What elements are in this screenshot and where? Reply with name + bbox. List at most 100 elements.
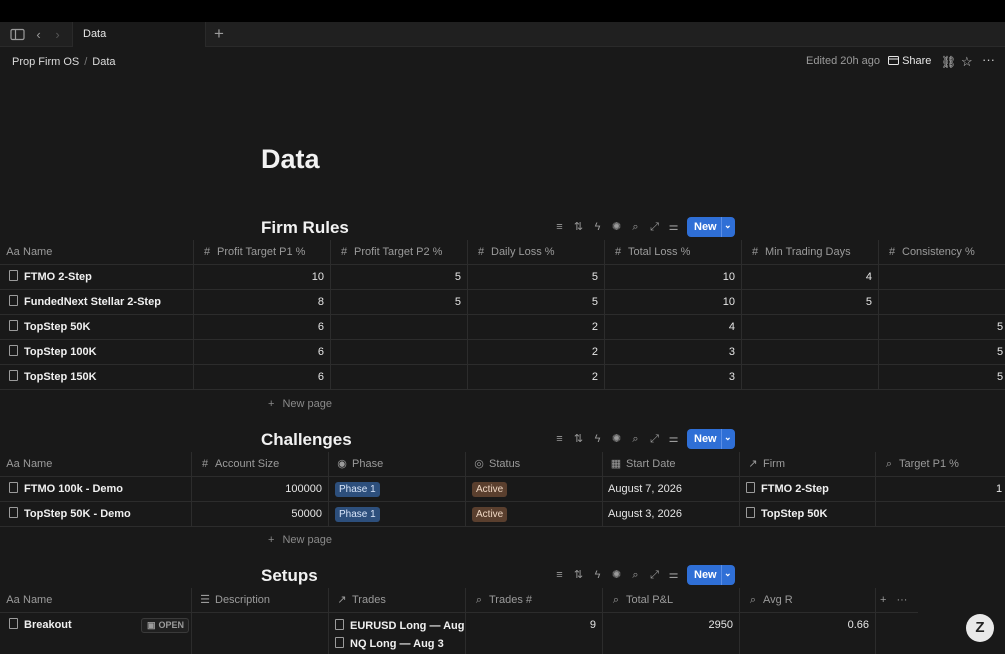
cell-status[interactable]: Active bbox=[466, 502, 603, 527]
column-header-total-pnl[interactable]: ⌕ Total P&L bbox=[603, 588, 740, 613]
column-header-name[interactable]: Aa Name bbox=[0, 588, 192, 613]
cell-daily-loss[interactable]: 2 bbox=[468, 340, 605, 365]
chevron-down-icon[interactable]: ⌄ bbox=[724, 568, 732, 579]
cell-min-days[interactable] bbox=[742, 365, 879, 390]
column-header-start-date[interactable]: ▦ Start Date bbox=[603, 452, 740, 477]
ai-icon[interactable]: ✺ bbox=[609, 568, 624, 583]
search-icon[interactable]: ⌕ bbox=[628, 432, 643, 447]
assistant-avatar[interactable]: Z bbox=[966, 614, 994, 642]
table-row[interactable]: TopStep 150K 6 2 3 5 bbox=[0, 365, 1005, 390]
cell-p1[interactable]: 10 bbox=[194, 265, 331, 290]
column-header-name[interactable]: Aa Name bbox=[0, 240, 194, 265]
cell-trades-count[interactable]: 9 bbox=[466, 613, 603, 654]
table-row[interactable]: TopStep 50K - Demo 50000 Phase 1 Active … bbox=[0, 502, 1005, 527]
cell-account-size[interactable]: 50000 bbox=[192, 502, 329, 527]
trade-link[interactable]: NQ Long — Aug 3 bbox=[329, 635, 465, 653]
column-header-trades-count[interactable]: ⌕ Trades # bbox=[466, 588, 603, 613]
column-header-name[interactable]: Aa Name bbox=[0, 452, 192, 477]
cell-avg-r[interactable]: 0.66 bbox=[740, 613, 876, 654]
link-icon[interactable]: ⛓ bbox=[941, 55, 956, 69]
column-header-p1[interactable]: # Profit Target P1 % bbox=[194, 240, 331, 265]
cell-total-loss[interactable]: 4 bbox=[605, 315, 742, 340]
cell-min-days[interactable] bbox=[742, 315, 879, 340]
filter-icon[interactable]: ≡ bbox=[552, 220, 567, 235]
expand-icon[interactable]: ⤢ bbox=[647, 220, 662, 235]
firm-rules-title[interactable]: Firm Rules bbox=[261, 218, 349, 238]
table-row[interactable]: FundedNext Stellar 2-Step 8 5 5 10 5 bbox=[0, 290, 1005, 315]
star-icon[interactable]: ☆ bbox=[961, 54, 973, 70]
cell-consistency[interactable] bbox=[879, 290, 1005, 315]
automation-icon[interactable]: ϟ bbox=[590, 568, 605, 583]
column-header-account-size[interactable]: # Account Size bbox=[192, 452, 329, 477]
row-name-cell[interactable]: TopStep 150K bbox=[0, 365, 194, 390]
cell-p2[interactable] bbox=[331, 315, 468, 340]
cell-status[interactable]: Active bbox=[466, 477, 603, 502]
breadcrumb-page[interactable]: Data bbox=[92, 56, 115, 68]
sidebar-icon[interactable] bbox=[10, 27, 25, 42]
cell-daily-loss[interactable]: 2 bbox=[468, 365, 605, 390]
table-row[interactable]: TopStep 100K 6 2 3 5 bbox=[0, 340, 1005, 365]
column-header-target-p1[interactable]: ⌕ Target P1 % bbox=[876, 452, 1005, 477]
column-header-description[interactable]: ☰ Description bbox=[192, 588, 329, 613]
plus-icon[interactable]: + bbox=[214, 25, 224, 43]
add-column-icon[interactable]: + bbox=[880, 594, 886, 606]
cell-daily-loss[interactable]: 5 bbox=[468, 290, 605, 315]
chevron-down-icon[interactable]: ⌄ bbox=[724, 432, 732, 443]
column-header-consistency[interactable]: # Consistency % bbox=[879, 240, 1005, 265]
cell-total-pnl[interactable]: 2950 bbox=[603, 613, 740, 654]
row-name-cell[interactable]: TopStep 100K bbox=[0, 340, 194, 365]
cell-total-loss[interactable]: 10 bbox=[605, 265, 742, 290]
search-icon[interactable]: ⌕ bbox=[628, 568, 643, 583]
cell-p2[interactable]: 5 bbox=[331, 265, 468, 290]
breadcrumb-workspace[interactable]: Prop Firm OS bbox=[12, 56, 79, 68]
tab-data[interactable]: Data bbox=[72, 22, 206, 47]
sort-icon[interactable]: ⇅ bbox=[571, 220, 586, 235]
cell-min-days[interactable]: 5 bbox=[742, 290, 879, 315]
row-name-cell[interactable]: TopStep 50K - Demo bbox=[0, 502, 192, 527]
automation-icon[interactable]: ϟ bbox=[590, 432, 605, 447]
ai-icon[interactable]: ✺ bbox=[609, 220, 624, 235]
column-header-total-loss[interactable]: # Total Loss % bbox=[605, 240, 742, 265]
challenges-title[interactable]: Challenges bbox=[261, 430, 352, 450]
new-button[interactable]: New ⌄ bbox=[687, 565, 735, 585]
share-button[interactable]: Share bbox=[888, 55, 931, 67]
search-icon[interactable]: ⌕ bbox=[628, 220, 643, 235]
cell-total-loss[interactable]: 10 bbox=[605, 290, 742, 315]
column-header-firm[interactable]: ↗ Firm bbox=[740, 452, 876, 477]
column-header-avg-r[interactable]: ⌕ Avg R bbox=[740, 588, 876, 613]
sort-icon[interactable]: ⇅ bbox=[571, 432, 586, 447]
more-icon[interactable]: ··· bbox=[982, 52, 995, 67]
cell-p2[interactable]: 5 bbox=[331, 290, 468, 315]
cell-target-p1[interactable] bbox=[876, 502, 1005, 527]
setups-title[interactable]: Setups bbox=[261, 566, 318, 586]
expand-icon[interactable]: ⤢ bbox=[647, 432, 662, 447]
trade-link[interactable]: EURUSD Long — Aug 6 bbox=[329, 617, 465, 635]
table-row[interactable]: FTMO 100k - Demo 100000 Phase 1 Active A… bbox=[0, 477, 1005, 502]
cell-p1[interactable]: 6 bbox=[194, 340, 331, 365]
firm-link[interactable]: FTMO 2-Step bbox=[761, 483, 829, 495]
table-row[interactable]: TopStep 50K 6 2 4 5 bbox=[0, 315, 1005, 340]
expand-icon[interactable]: ⤢ bbox=[647, 568, 662, 583]
sort-icon[interactable]: ⇅ bbox=[571, 568, 586, 583]
cell-account-size[interactable]: 100000 bbox=[192, 477, 329, 502]
column-header-trades[interactable]: ↗ Trades bbox=[329, 588, 466, 613]
cell-phase[interactable]: Phase 1 bbox=[329, 477, 466, 502]
cell-target-p1[interactable]: 1 bbox=[876, 477, 1005, 502]
column-header-phase[interactable]: ◉ Phase bbox=[329, 452, 466, 477]
cell-total-loss[interactable]: 3 bbox=[605, 365, 742, 390]
cell-trades[interactable]: EURUSD Long — Aug 6 NQ Long — Aug 3 bbox=[329, 613, 466, 654]
open-button[interactable]: ▣ OPEN bbox=[141, 618, 189, 633]
row-name-cell[interactable]: Breakout ▣ OPEN bbox=[0, 613, 192, 654]
cell-daily-loss[interactable]: 2 bbox=[468, 315, 605, 340]
filter-icon[interactable]: ≡ bbox=[552, 568, 567, 583]
filter-icon[interactable]: ≡ bbox=[552, 432, 567, 447]
cell-consistency[interactable]: 5 bbox=[879, 365, 1005, 390]
cell-daily-loss[interactable]: 5 bbox=[468, 265, 605, 290]
row-name-cell[interactable]: TopStep 50K bbox=[0, 315, 194, 340]
column-header-min-days[interactable]: # Min Trading Days bbox=[742, 240, 879, 265]
table-row[interactable]: Breakout ▣ OPEN EURUSD Long — Aug 6 NQ Lo… bbox=[0, 613, 918, 654]
settings-icon[interactable]: ⚌ bbox=[666, 220, 681, 235]
chevron-right-icon[interactable]: › bbox=[50, 27, 65, 42]
cell-p1[interactable]: 8 bbox=[194, 290, 331, 315]
cell-min-days[interactable]: 4 bbox=[742, 265, 879, 290]
